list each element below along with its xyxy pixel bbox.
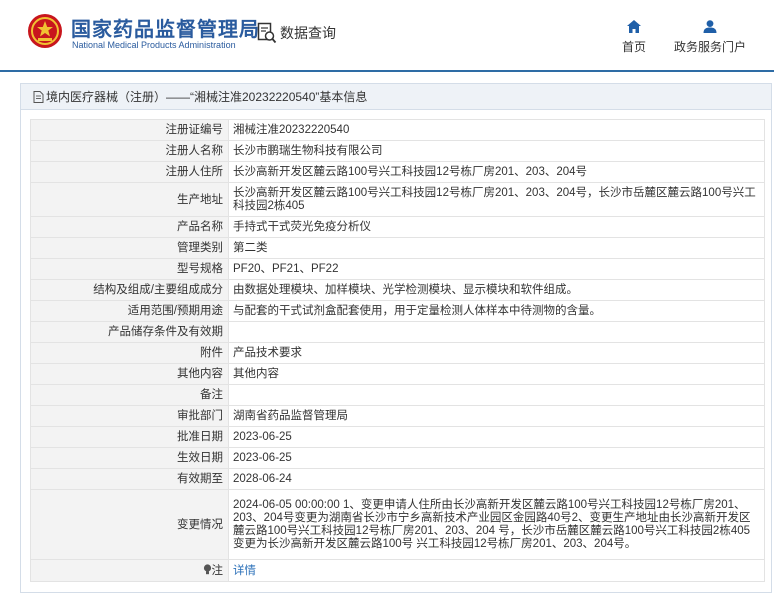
field-label: 有效期至 <box>30 468 229 490</box>
data-query-label: 数据查询 <box>280 25 336 41</box>
table-row: 生产地址 长沙高新开发区麓云路100号兴工科技园12号栋厂房201、203、204… <box>30 182 765 217</box>
field-label: 生产地址 <box>30 182 229 217</box>
note-label-cell: 注 <box>30 559 229 582</box>
table-row: 产品名称 手持式干式荧光免疫分析仪 <box>30 216 765 238</box>
field-label: 注册证编号 <box>30 119 229 141</box>
field-label: 型号规格 <box>30 258 229 280</box>
field-label: 注册人名称 <box>30 140 229 162</box>
field-value: 2023-06-25 <box>228 447 765 469</box>
table-row: 其他内容 其他内容 <box>30 363 765 385</box>
field-value: 长沙高新开发区麓云路100号兴工科技园12号栋厂房201、203、204号 <box>228 161 765 183</box>
field-value: 湖南省药品监督管理局 <box>228 405 765 427</box>
site-title[interactable]: 国家药品监督管理局 <box>71 13 260 42</box>
detail-panel: 境内医疗器械（注册）——“湘械注准20232220540”基本信息 注册证编号湘… <box>20 83 772 593</box>
field-value: 与配套的干式试剂盒配套使用，用于定量检测人体样本中待测物的含量。 <box>228 300 765 322</box>
field-value <box>228 321 765 343</box>
header-divider <box>0 70 774 72</box>
field-label: 产品名称 <box>30 216 229 238</box>
device-info-table: 注册证编号 湘械注准20232220540 注册人名称 长沙市鹏瑞生物科技有限公司 … <box>30 119 765 582</box>
table-row: 注册人住所 长沙高新开发区麓云路100号兴工科技园12号栋厂房201、203、20… <box>30 161 765 183</box>
field-value: 湘械注准20232220540 <box>228 119 765 141</box>
field-value: 2023-06-25 <box>228 426 765 448</box>
field-label: 变更情况 <box>30 489 229 560</box>
site-header: 国家药品监督管理局 National Medical Products Admi… <box>0 0 774 70</box>
table-row: 附件 产品技术要求 <box>30 342 765 364</box>
breadcrumb: 境内医疗器械（注册）——“湘械注准20232220540”基本信息 <box>21 84 771 110</box>
field-value: 2028-06-24 <box>228 468 765 490</box>
field-value: 长沙高新开发区麓云路100号兴工科技园12号栋厂房201、203、204号，长沙… <box>228 182 765 217</box>
nav-home-label: 首页 <box>621 40 646 54</box>
field-value: 由数据处理模块、加样模块、光学检测模块、显示模块和软件组成。 <box>228 279 765 301</box>
field-value: 2024-06-05 00:00:00 1、变更申请人住所由长沙高新开发区麓云路… <box>228 489 765 560</box>
document-search-icon <box>257 22 277 44</box>
bulb-icon <box>203 564 211 575</box>
table-row: 注册证编号 湘械注准20232220540 <box>30 119 765 141</box>
field-label: 附件 <box>30 342 229 364</box>
home-icon <box>627 20 641 33</box>
table-row-note: 注 详情 <box>30 559 765 582</box>
data-query-link[interactable]: 数据查询 <box>257 22 336 44</box>
field-label: 结构及组成/主要组成成分 <box>30 279 229 301</box>
field-value: PF20、PF21、PF22 <box>228 258 765 280</box>
breadcrumb-text: 境内医疗器械（注册）——“湘械注准20232220540”基本信息 <box>46 90 368 104</box>
field-value: 第二类 <box>228 237 765 259</box>
field-value: 其他内容 <box>228 363 765 385</box>
table-row: 审批部门 湖南省药品监督管理局 <box>30 405 765 427</box>
table-row: 有效期至 2028-06-24 <box>30 468 765 490</box>
national-emblem-icon <box>28 14 62 48</box>
user-icon <box>703 20 717 33</box>
field-label: 适用范围/预期用途 <box>30 300 229 322</box>
field-label: 产品储存条件及有效期 <box>30 321 229 343</box>
site-title-en: National Medical Products Administration <box>72 40 236 50</box>
nav-service-portal[interactable]: 政务服务门户 <box>670 20 750 55</box>
field-label: 其他内容 <box>30 363 229 385</box>
table-row: 适用范围/预期用途 与配套的干式试剂盒配套使用，用于定量检测人体样本中待测物的含量… <box>30 300 765 322</box>
table-row: 批准日期 2023-06-25 <box>30 426 765 448</box>
field-label: 备注 <box>30 384 229 406</box>
nav-service-portal-label: 政务服务门户 <box>673 40 746 54</box>
document-icon <box>33 90 44 103</box>
field-value: 长沙市鹏瑞生物科技有限公司 <box>228 140 765 162</box>
table-row: 注册人名称 长沙市鹏瑞生物科技有限公司 <box>30 140 765 162</box>
field-label: 生效日期 <box>30 447 229 469</box>
note-value-cell: 详情 <box>228 559 765 582</box>
table-row: 结构及组成/主要组成成分 由数据处理模块、加样模块、光学检测模块、显示模块和软件组… <box>30 279 765 301</box>
table-row: 型号规格 PF20、PF21、PF22 <box>30 258 765 280</box>
table-row: 变更情况 2024-06-05 00:00:00 1、变更申请人住所由长沙高新开发… <box>30 489 765 560</box>
table-row: 生效日期 2023-06-25 <box>30 447 765 469</box>
table-row: 产品储存条件及有效期 <box>30 321 765 343</box>
details-link[interactable]: 详情 <box>233 565 256 577</box>
field-label: 审批部门 <box>30 405 229 427</box>
field-value: 产品技术要求 <box>228 342 765 364</box>
field-label: 注册人住所 <box>30 161 229 183</box>
nav-home[interactable]: 首页 <box>618 20 650 55</box>
table-row: 备注 <box>30 384 765 406</box>
field-value <box>228 384 765 406</box>
field-label: 批准日期 <box>30 426 229 448</box>
note-label: 注 <box>211 565 224 577</box>
table-row: 管理类别 第二类 <box>30 237 765 259</box>
field-label: 管理类别 <box>30 237 229 259</box>
field-value: 手持式干式荧光免疫分析仪 <box>228 216 765 238</box>
